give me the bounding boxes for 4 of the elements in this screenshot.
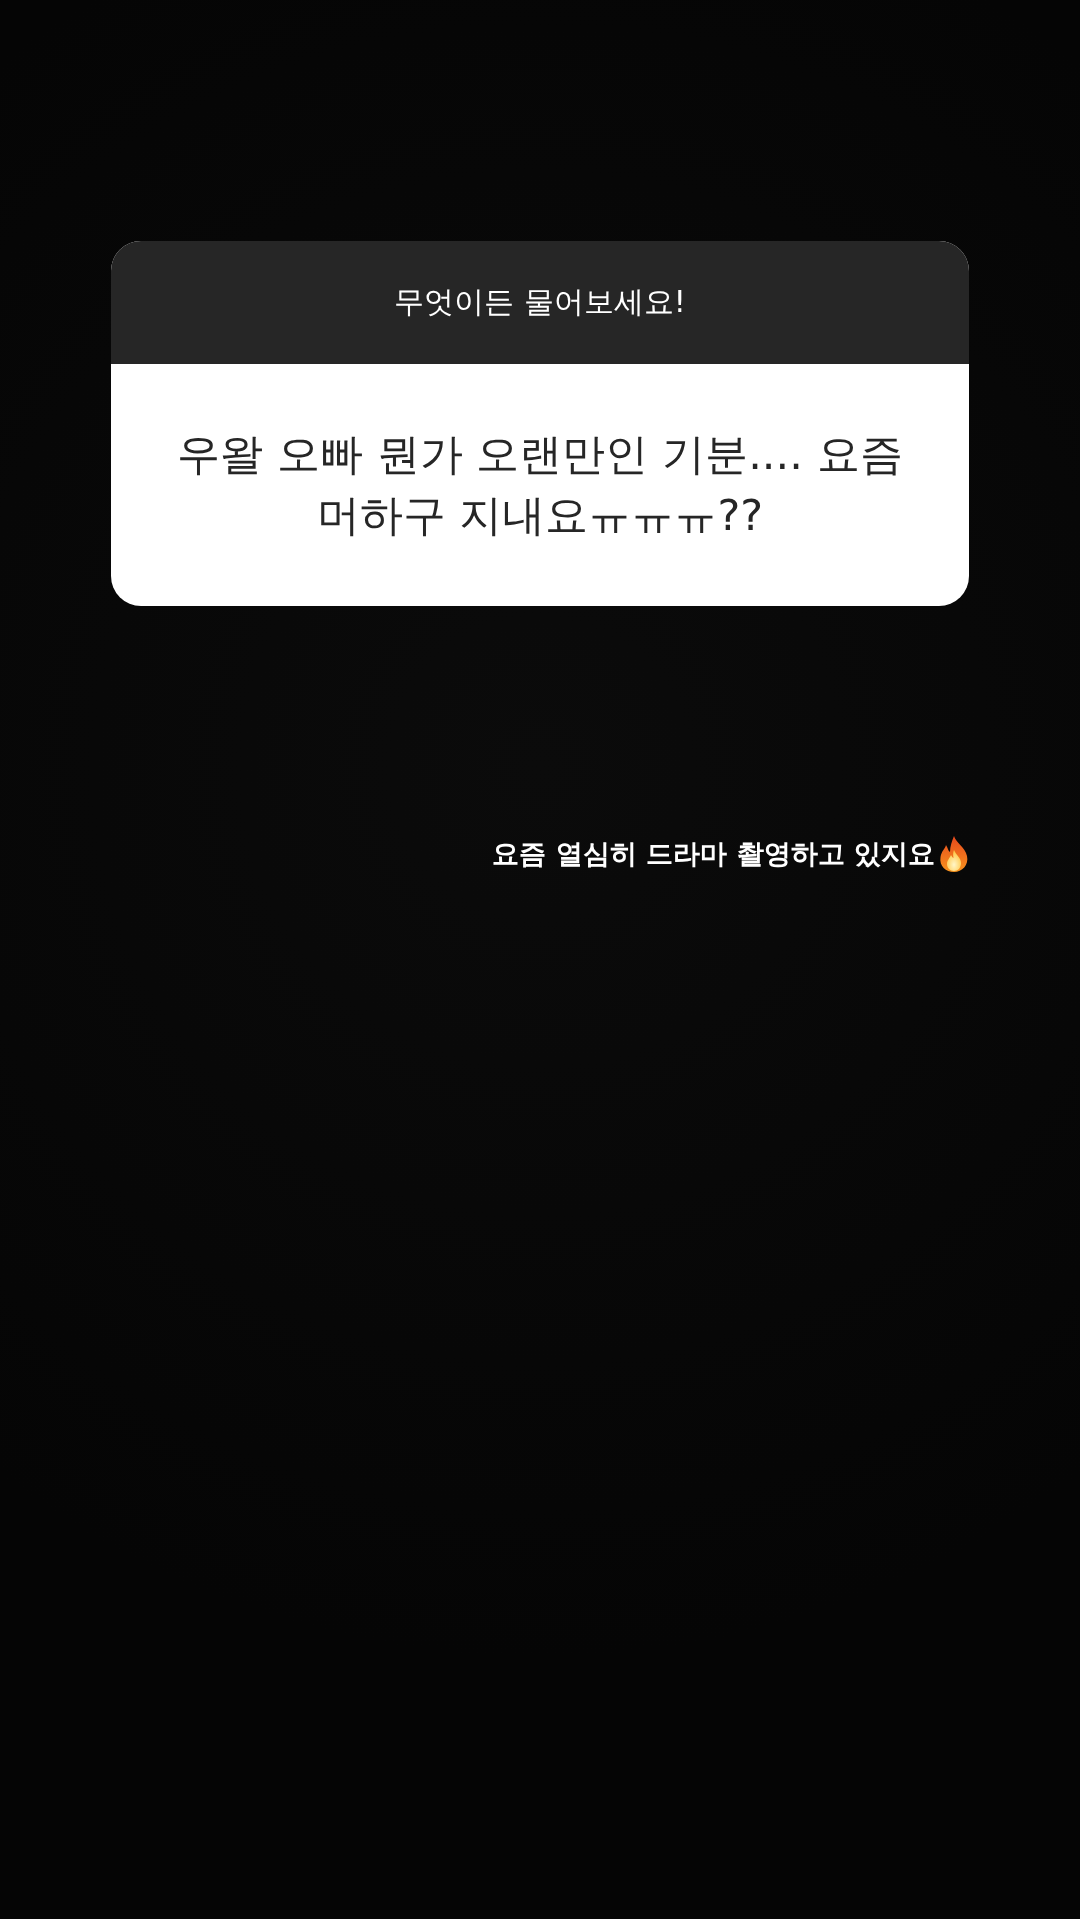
fire-icon [939,836,969,872]
question-prompt: 무엇이든 물어보세요! [394,283,686,321]
question-text: 우왈 오빠 뭔가 오랜만인 기분.... 요즘 머하구 지내요ㅠㅠㅠ?? [176,428,904,542]
reply-text: 요즘 열심히 드라마 촬영하고 있지요 [492,837,935,871]
